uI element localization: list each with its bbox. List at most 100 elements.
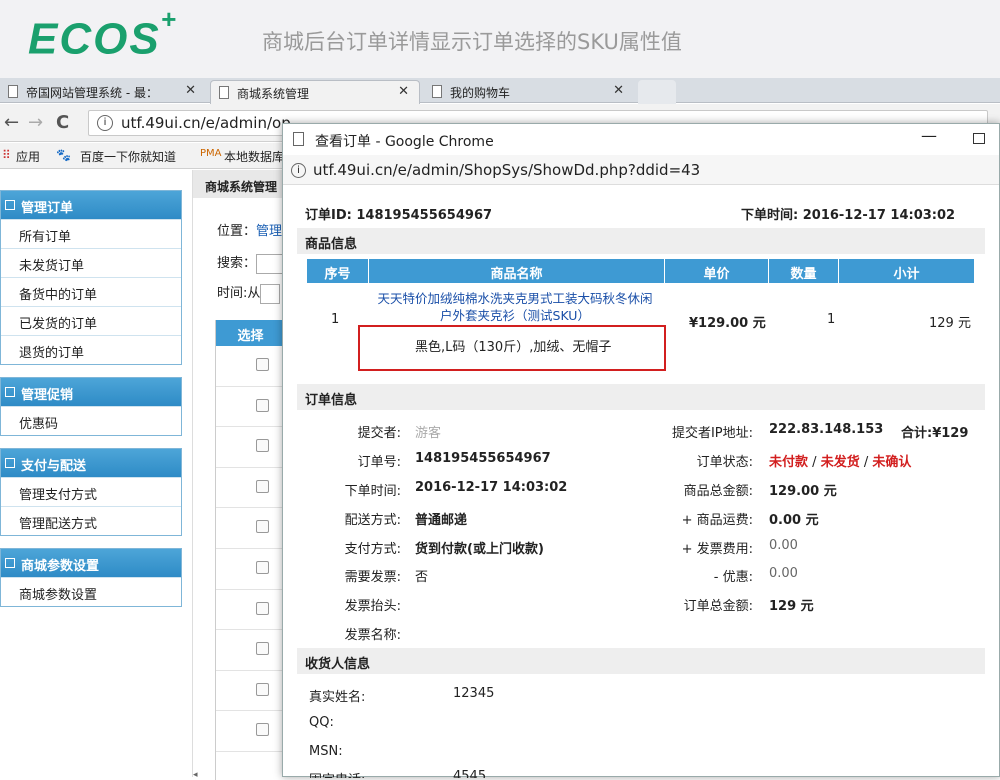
minimize-icon[interactable]: — [921, 126, 937, 145]
row-checkbox[interactable] [256, 642, 269, 656]
sidebar-item-returned[interactable]: 退货的订单 [1, 335, 181, 364]
field-value: 148195455654967 [415, 451, 551, 466]
tab-empire-cms[interactable]: 帝国网站管理系统 - 最： ✕ [0, 80, 206, 104]
field-label: - 优惠: [713, 570, 753, 585]
field-value: 游客 [415, 426, 442, 441]
sidebar-group-settings: 商城参数设置 商城参数设置 [0, 548, 182, 607]
close-icon[interactable]: ✕ [613, 83, 624, 98]
reload-icon[interactable]: C [56, 112, 69, 133]
orders-table: 选择 [215, 320, 285, 780]
table-row [216, 630, 285, 671]
row-checkbox[interactable] [256, 560, 269, 574]
scroll-arrow-icon[interactable]: ◂ [193, 770, 198, 780]
row-checkbox[interactable] [256, 439, 269, 453]
tab-shop-admin[interactable]: 商城系统管理 ✕ [210, 80, 420, 104]
time-from-input[interactable] [260, 283, 281, 304]
sidebar-item-preparing[interactable]: 备货中的订单 [1, 277, 181, 306]
field-value: 222.83.148.153 [769, 422, 884, 437]
status-unconfirmed: 未确认 [872, 455, 912, 470]
baidu-icon: 🐾 [56, 148, 71, 162]
row-checkbox[interactable] [256, 479, 269, 493]
new-tab-button[interactable] [638, 80, 676, 104]
row-checkbox[interactable] [256, 682, 269, 696]
goods-price: ¥129.00 元 [689, 316, 766, 331]
goods-qty: 1 [827, 312, 836, 327]
collapse-icon [5, 387, 15, 397]
bookmark-apps[interactable]: 应用 [16, 148, 40, 165]
field-label: 需要发票: [344, 570, 401, 585]
sidebar-item-unshipped[interactable]: 未发货订单 [1, 248, 181, 277]
forward-icon[interactable]: → [28, 112, 43, 133]
sidebar-group-title[interactable]: 管理促销 [1, 378, 181, 406]
article-title: 商城后台订单详情显示订单选择的SKU属性值 [262, 30, 682, 54]
table-row [216, 387, 285, 428]
col-qty: 数量 [769, 259, 839, 283]
sidebar-group-title[interactable]: 商城参数设置 [1, 549, 181, 577]
page-icon [219, 86, 229, 99]
popup-address-bar[interactable]: i utf.49ui.cn/e/admin/ShopSys/ShowDd.php… [283, 155, 999, 185]
tab-label: 帝国网站管理系统 - 最： [26, 86, 158, 100]
close-icon[interactable]: ✕ [185, 83, 196, 98]
field-label: 提交者IP地址: [671, 426, 753, 441]
sidebar-item-shipping-methods[interactable]: 管理配送方式 [1, 506, 181, 535]
status-sep: / [863, 455, 869, 470]
pma-icon: PMA [200, 148, 222, 159]
sidebar-group-title[interactable]: 管理订单 [1, 191, 181, 219]
row-checkbox[interactable] [256, 601, 269, 615]
goods-subtotal: 129 元 [929, 316, 971, 331]
position-link[interactable]: 管理 [256, 224, 282, 239]
field-value: 129.00 元 [769, 484, 837, 499]
tab-label: 我的购物车 [450, 86, 511, 100]
row-checkbox[interactable] [256, 520, 269, 534]
page-icon [432, 85, 442, 98]
collapse-icon [5, 558, 15, 568]
info-icon[interactable]: i [97, 115, 113, 131]
group-title-label: 管理促销 [21, 388, 74, 403]
sidebar-item-all-orders[interactable]: 所有订单 [1, 219, 181, 248]
sidebar-item-shipped[interactable]: 已发货的订单 [1, 306, 181, 335]
field-label: MSN: [309, 744, 343, 759]
info-icon[interactable]: i [291, 163, 306, 178]
bookmark-local-db[interactable]: 本地数据库 [224, 148, 284, 165]
sidebar-item-shop-settings[interactable]: 商城参数设置 [1, 577, 181, 606]
bookmark-baidu[interactable]: 百度一下你就知道 [80, 148, 176, 165]
sidebar-item-coupon[interactable]: 优惠码 [1, 406, 181, 435]
tab-bar: 帝国网站管理系统 - 最： ✕ 商城系统管理 ✕ 我的购物车 ✕ [0, 78, 1000, 104]
maximize-icon[interactable] [973, 133, 985, 144]
row-checkbox[interactable] [256, 358, 269, 371]
back-icon[interactable]: ← [4, 112, 19, 133]
status-unshipped: 未发货 [820, 455, 860, 470]
order-detail-popup: 查看订单 - Google Chrome — i utf.49ui.cn/e/a… [282, 123, 1000, 778]
field-label: 发票名称: [344, 628, 401, 643]
popup-url: utf.49ui.cn/e/admin/ShopSys/ShowDd.php?d… [313, 161, 701, 179]
field-value: 129 元 [769, 599, 814, 614]
field-label: 订单状态: [696, 455, 753, 470]
select-header: 选择 [216, 320, 285, 346]
position-label: 位置：管理 [217, 224, 283, 239]
close-icon[interactable]: ✕ [398, 84, 409, 99]
article-header: ECOS+ 商城后台订单详情显示订单选择的SKU属性值 [0, 0, 1000, 78]
tab-shopping-cart[interactable]: 我的购物车 ✕ [424, 80, 634, 104]
col-name: 商品名称 [369, 259, 665, 283]
field-value: 货到付款(或上门收款) [415, 542, 544, 557]
row-checkbox[interactable] [256, 723, 269, 737]
table-row [216, 508, 285, 549]
field-label: 提交者: [357, 426, 401, 441]
sidebar-group-promo: 管理促销 优惠码 [0, 377, 182, 436]
group-title-label: 支付与配送 [21, 459, 87, 474]
order-status: 未付款 / 未发货 / 未确认 [769, 451, 911, 470]
field-label: + 发票费用: [681, 542, 753, 557]
goods-name-link[interactable]: 天天特价加绒纯棉水洗夹克男式工装大码秋冬休闲户外套夹克衫（测试SKU） [373, 290, 657, 324]
order-time: 下单时间: 2016-12-17 14:03:02 [741, 208, 956, 223]
field-value: 2016-12-17 14:03:02 [415, 480, 568, 495]
popup-window-title: 查看订单 - Google Chrome [315, 134, 494, 150]
sidebar-group-title[interactable]: 支付与配送 [1, 449, 181, 477]
row-checkbox[interactable] [256, 398, 269, 412]
goods-section-title: 商品信息 [297, 228, 985, 254]
field-label: 订单号: [357, 455, 401, 470]
table-row [216, 346, 285, 387]
table-row [216, 590, 285, 631]
time-label: 时间:从 [217, 282, 281, 304]
field-label: 发票抬头: [344, 599, 401, 614]
sidebar-item-payment-methods[interactable]: 管理支付方式 [1, 477, 181, 506]
